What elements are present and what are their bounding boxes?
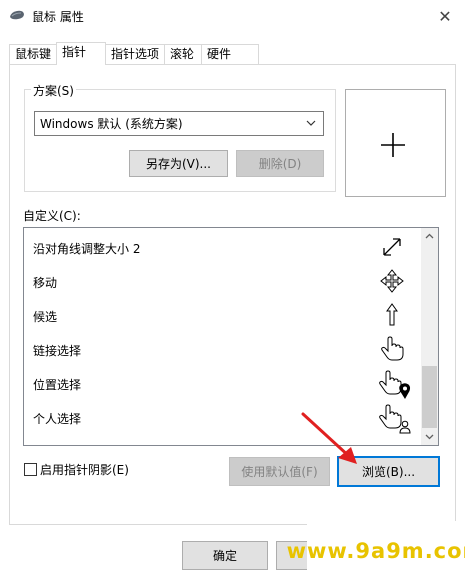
list-scrollbar[interactable]: [421, 228, 438, 445]
crosshair-icon: [381, 133, 405, 157]
tab-label: 指针: [62, 45, 87, 59]
list-item-label: 链接选择: [33, 344, 82, 358]
list-item[interactable]: 链接选择: [24, 332, 423, 366]
save-as-button[interactable]: 另存为(V)...: [129, 150, 228, 177]
cursor-list[interactable]: 沿对角线调整大小 2 移动 候选 链接选择 位置选择 个人选择: [23, 227, 439, 446]
delete-label: 删除(D): [258, 157, 302, 171]
list-item[interactable]: 移动: [24, 264, 423, 298]
pointer-preview: [345, 89, 446, 197]
hand-location-pin-icon: [379, 370, 411, 399]
tab-strip: 鼠标键 指针 指针选项 滚轮 硬件: [9, 42, 269, 65]
customize-label: 自定义(C):: [23, 209, 81, 223]
list-item-label: 位置选择: [33, 378, 82, 392]
hand-pointer-icon: [381, 336, 404, 361]
list-item[interactable]: 候选: [24, 298, 423, 332]
list-item-label: 沿对角线调整大小 2: [33, 242, 141, 256]
pointer-shadow-checkbox[interactable]: [24, 463, 37, 476]
close-icon: ✕: [438, 6, 452, 26]
list-item[interactable]: 位置选择: [24, 366, 423, 400]
tab-label: 鼠标键: [15, 47, 52, 61]
ok-button[interactable]: 确定: [182, 541, 268, 570]
scheme-selected-value: Windows 默认 (系统方案): [40, 117, 183, 131]
list-item-label: 个人选择: [33, 412, 82, 426]
tab-label: 硬件: [207, 47, 232, 61]
list-item[interactable]: 沿对角线调整大小 2: [24, 230, 423, 264]
watermark: www.9a9m.com: [287, 521, 465, 581]
scrollbar-thumb[interactable]: [422, 366, 437, 428]
close-button[interactable]: ✕: [428, 2, 462, 30]
watermark-text: www.9a9m.com: [286, 539, 465, 563]
pointer-shadow-option[interactable]: 启用指针阴影(E): [24, 461, 129, 478]
list-item-label: 移动: [33, 276, 58, 290]
delete-scheme-button[interactable]: 删除(D): [236, 150, 324, 177]
scroll-up-icon[interactable]: [421, 228, 438, 245]
chevron-down-icon: [306, 120, 316, 126]
tab-pointers[interactable]: 指针: [56, 42, 106, 65]
list-item-label: 候选: [33, 310, 58, 324]
scheme-select[interactable]: Windows 默认 (系统方案): [34, 111, 324, 136]
tab-buttons[interactable]: 鼠标键: [9, 44, 57, 64]
tab-label: 滚轮: [170, 47, 195, 61]
tab-pointer-options[interactable]: 指针选项: [105, 44, 165, 64]
tab-hardware[interactable]: 硬件: [201, 44, 259, 64]
save-as-label: 另存为(V)...: [145, 157, 212, 171]
diagonal-resize-icon: [383, 238, 401, 256]
pointer-shadow-label: 启用指针阴影(E): [40, 463, 129, 477]
up-arrow-icon: [386, 303, 398, 326]
ok-label: 确定: [212, 549, 237, 563]
hand-person-icon: [379, 404, 411, 434]
annotation-arrow: [301, 412, 357, 464]
window-title: 鼠标 属性: [32, 10, 84, 24]
title-bar: 鼠标 属性 ✕: [0, 0, 465, 32]
tab-wheel[interactable]: 滚轮: [164, 44, 202, 64]
scroll-down-icon[interactable]: [421, 428, 438, 445]
mouse-icon: [10, 10, 24, 20]
scheme-label: 方案(S): [31, 82, 76, 99]
tab-label: 指针选项: [111, 47, 160, 61]
move-icon: [380, 269, 404, 293]
browse-label: 浏览(B)...: [361, 465, 416, 479]
